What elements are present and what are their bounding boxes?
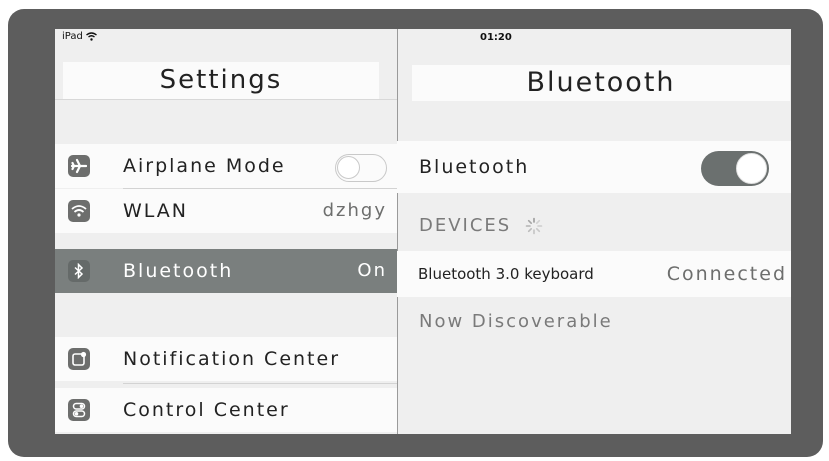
wlan-network-value: dzhgy: [322, 200, 387, 221]
ipad-screen: iPad 01:20 Settings Airplane Mode WLAN d…: [55, 29, 791, 434]
device-name: Bluetooth 3.0 keyboard: [418, 265, 594, 283]
settings-item-airplane-mode[interactable]: Airplane Mode: [55, 144, 397, 188]
bluetooth-icon: [68, 260, 90, 282]
settings-item-label: Control Center: [123, 399, 290, 421]
settings-title: Settings: [63, 62, 379, 99]
toggle-knob: [736, 153, 767, 184]
notification-center-icon: [68, 348, 90, 370]
settings-item-label: Bluetooth: [123, 260, 234, 282]
devices-header-label: DEVICES: [419, 215, 512, 236]
device-list-item[interactable]: Bluetooth 3.0 keyboard Connected: [397, 251, 791, 297]
device-status: Connected: [666, 263, 787, 285]
settings-item-bluetooth[interactable]: Bluetooth On: [55, 249, 397, 293]
settings-item-label: Airplane Mode: [123, 155, 286, 177]
bluetooth-status-value: On: [357, 260, 387, 281]
settings-item-wlan[interactable]: WLAN dzhgy: [55, 189, 397, 233]
row-divider: [123, 383, 397, 384]
wifi-icon: [68, 200, 90, 222]
settings-item-notification-center[interactable]: Notification Center: [55, 337, 397, 381]
devices-section-header: DEVICES: [419, 215, 543, 236]
bluetooth-toggle-label: Bluetooth: [419, 156, 530, 178]
settings-item-label: WLAN: [123, 200, 189, 222]
airplane-icon: [68, 155, 90, 177]
settings-item-label: Notification Center: [123, 348, 341, 370]
loading-spinner-icon: [525, 217, 543, 234]
airplane-mode-toggle[interactable]: [335, 154, 387, 182]
bluetooth-pane: Bluetooth Bluetooth DEVICES Bluetooth 3.…: [397, 29, 791, 434]
bluetooth-title: Bluetooth: [412, 65, 790, 101]
toggle-knob: [337, 156, 360, 179]
divider: [55, 99, 397, 100]
bluetooth-toggle-row: Bluetooth: [397, 141, 791, 193]
settings-item-control-center[interactable]: Control Center: [55, 388, 397, 432]
bluetooth-toggle[interactable]: [701, 151, 769, 186]
settings-pane: Settings Airplane Mode WLAN dzhgy Blueto…: [55, 29, 397, 434]
control-center-icon: [68, 399, 90, 421]
discoverable-status: Now Discoverable: [419, 311, 613, 332]
